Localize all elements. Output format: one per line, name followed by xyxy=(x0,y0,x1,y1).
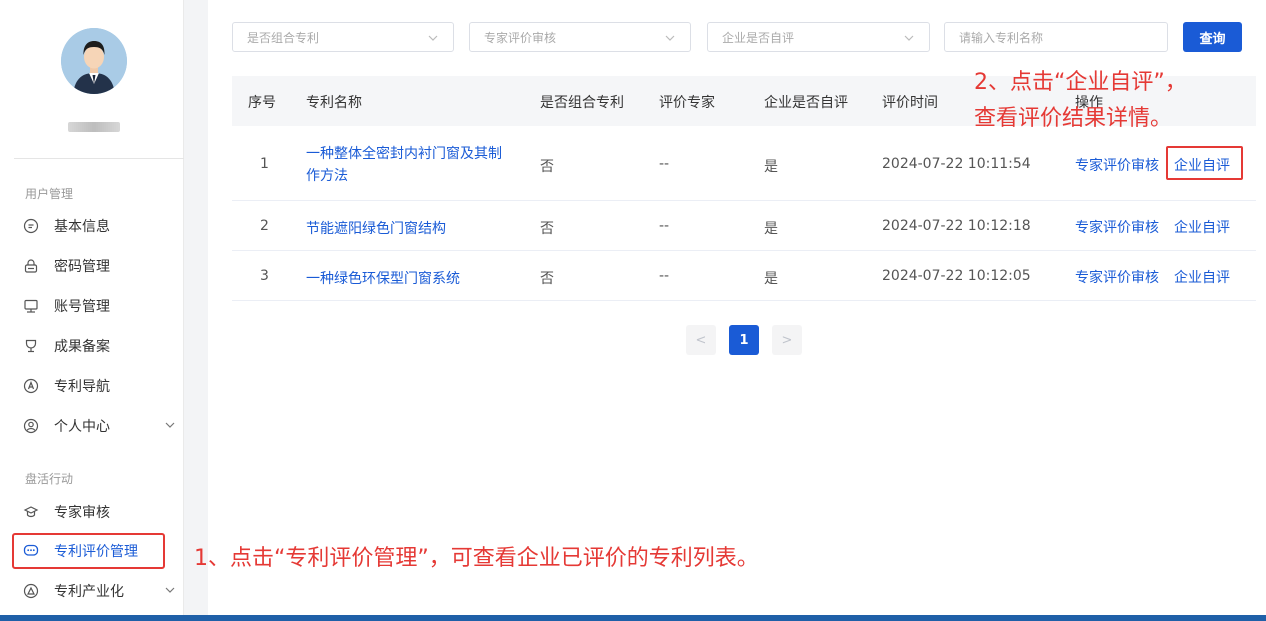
prev-page-button[interactable]: < xyxy=(686,325,716,355)
next-page-button[interactable]: > xyxy=(772,325,802,355)
lock-icon xyxy=(22,257,40,275)
user-circle-icon xyxy=(22,417,40,435)
header-time: 评价时间 xyxy=(882,95,938,111)
sidebar-item-label: 成果备案 xyxy=(54,339,110,355)
patent-name-line: 一种整体全密封内衬门窗及其制 xyxy=(306,146,502,162)
expert-review-link[interactable]: 专家评价审核 xyxy=(1075,217,1159,237)
expert-review-link[interactable]: 专家评价审核 xyxy=(1075,267,1159,287)
chevron-down-icon xyxy=(903,32,915,47)
row-index: 2 xyxy=(260,218,269,234)
self-evaluation-select[interactable]: 企业是否自评 xyxy=(707,22,930,52)
expert-value: -- xyxy=(659,218,670,234)
header-expert: 评价专家 xyxy=(659,95,715,111)
sidebar-item-expert-review[interactable]: 专家审核 xyxy=(22,495,182,529)
patent-name-link[interactable]: 节能遮阳绿色门窗结构 xyxy=(306,218,446,238)
expert-value: -- xyxy=(659,268,670,284)
evaluation-time: 2024-07-22 10:12:05 xyxy=(882,268,1031,284)
combo-value: 否 xyxy=(540,221,554,237)
expert-value: -- xyxy=(659,156,670,172)
page-1-button[interactable]: 1 xyxy=(729,325,759,355)
sidebar-item-password[interactable]: 密码管理 xyxy=(22,249,182,283)
search-placeholder: 请输入专利名称 xyxy=(959,30,1044,45)
chevron-down-icon xyxy=(164,584,176,600)
combo-patent-select[interactable]: 是否组合专利 xyxy=(232,22,454,52)
sidebar-item-patent-nav[interactable]: 专利导航 xyxy=(22,369,182,403)
patent-name-line: 作方法 xyxy=(306,168,348,184)
document-icon xyxy=(22,217,40,235)
sidebar-item-industrialization[interactable]: 专利产业化 xyxy=(22,574,182,608)
header-index: 序号 xyxy=(248,95,276,111)
self-value: 是 xyxy=(764,221,778,237)
row-index: 1 xyxy=(260,156,269,172)
sidebar: 用户管理 基本信息 密码管理 账号管理 成果备案 专利导航 个人中心 盘活行动 … xyxy=(0,0,184,615)
layout-gutter xyxy=(184,0,208,615)
bottom-bar xyxy=(0,615,1266,621)
patent-name-link[interactable]: 一种整体全密封内衬门窗及其制 作方法 xyxy=(306,143,502,187)
combo-value: 否 xyxy=(540,271,554,287)
self-value: 是 xyxy=(764,271,778,287)
row-index: 3 xyxy=(260,268,269,284)
annotation-step-1: 1、点击“专利评价管理”，可查看企业已评价的专利列表。 xyxy=(194,546,759,571)
self-evaluation-link[interactable]: 企业自评 xyxy=(1174,267,1230,287)
chevron-down-icon xyxy=(164,419,176,435)
annotation-step-2-line2: 查看评价结果详情。 xyxy=(974,106,1173,131)
annotation-box-self-evaluation xyxy=(1166,146,1243,180)
header-combo: 是否组合专利 xyxy=(540,95,624,111)
sidebar-item-account[interactable]: 账号管理 xyxy=(22,289,182,323)
group-title-user-management: 用户管理 xyxy=(25,187,74,201)
chevron-down-icon xyxy=(664,32,676,47)
group-title-activation: 盘活行动 xyxy=(25,472,74,486)
patent-name-search-input[interactable]: 请输入专利名称 xyxy=(944,22,1168,52)
expert-review-link[interactable]: 专家评价审核 xyxy=(1075,155,1159,175)
evaluation-time: 2024-07-22 10:11:54 xyxy=(882,156,1031,172)
chevron-down-icon xyxy=(427,32,439,47)
query-button[interactable]: 查询 xyxy=(1183,22,1242,52)
sidebar-item-achievement[interactable]: 成果备案 xyxy=(22,329,182,363)
evaluation-time: 2024-07-22 10:12:18 xyxy=(882,218,1031,234)
sidebar-item-label: 专家审核 xyxy=(54,505,110,521)
sidebar-item-personal-center[interactable]: 个人中心 xyxy=(22,409,182,443)
patent-name-link[interactable]: 一种绿色环保型门窗系统 xyxy=(306,268,460,288)
sidebar-item-label: 专利产业化 xyxy=(54,584,124,600)
self-evaluation-link[interactable]: 企业自评 xyxy=(1174,217,1230,237)
sidebar-item-basic-info[interactable]: 基本信息 xyxy=(22,209,182,243)
combo-value: 否 xyxy=(540,159,554,175)
sidebar-divider xyxy=(14,158,184,159)
annotation-step-2-line1: 2、点击“企业自评”， xyxy=(974,70,1187,95)
expert-review-select[interactable]: 专家评价审核 xyxy=(469,22,691,52)
annotation-box-sidebar xyxy=(12,533,165,569)
shield-icon xyxy=(22,503,40,521)
trophy-icon xyxy=(22,337,40,355)
username-redacted xyxy=(68,122,120,132)
self-value: 是 xyxy=(764,159,778,175)
select-value: 企业是否自评 xyxy=(722,30,795,45)
sidebar-item-label: 基本信息 xyxy=(54,219,110,235)
compass-icon xyxy=(22,377,40,395)
select-value: 专家评价审核 xyxy=(484,30,557,45)
header-self-evaluated: 企业是否自评 xyxy=(764,95,848,111)
select-value: 是否组合专利 xyxy=(247,30,320,45)
sidebar-item-label: 专利导航 xyxy=(54,379,110,395)
header-patent-name: 专利名称 xyxy=(306,95,362,111)
sidebar-item-label: 个人中心 xyxy=(54,419,110,435)
sidebar-item-label: 密码管理 xyxy=(54,259,110,275)
sidebar-item-label: 账号管理 xyxy=(54,299,110,315)
chart-icon xyxy=(22,582,40,600)
avatar[interactable] xyxy=(61,28,127,94)
monitor-icon xyxy=(22,297,40,315)
